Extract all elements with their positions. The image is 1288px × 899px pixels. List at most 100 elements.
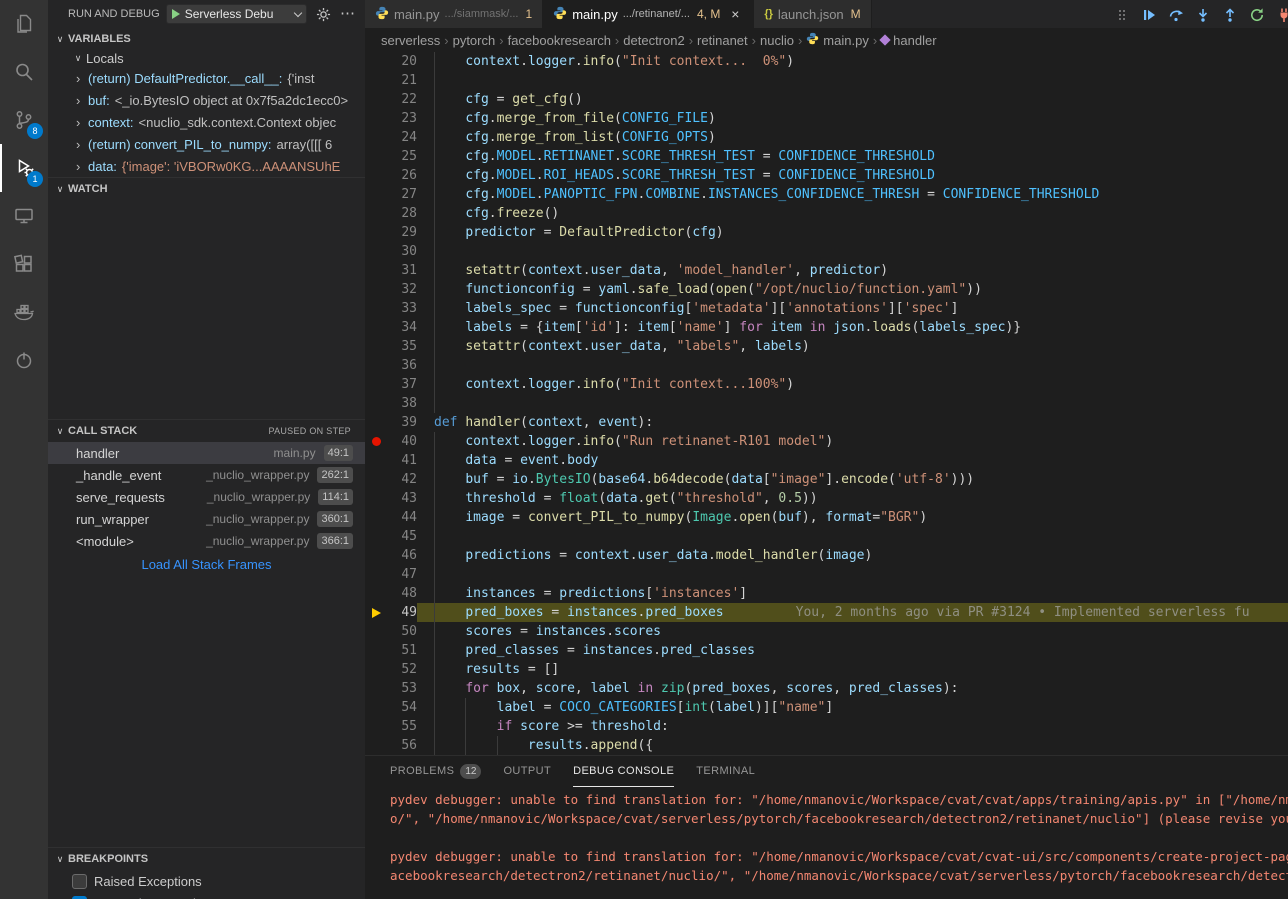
code-line[interactable]: 25 cfg.MODEL.RETINANET.SCORE_THRESH_TEST… [365,147,1288,166]
gutter-glyph-margin[interactable] [365,223,387,242]
code-text[interactable]: pred_classes = instances.pred_classes [417,641,1288,660]
gutter-glyph-margin[interactable] [365,356,387,375]
start-debugging-icon[interactable] [172,9,180,19]
gutter-glyph-margin[interactable] [365,318,387,337]
code-line[interactable]: 34 labels = {item['id']: item['name'] fo… [365,318,1288,337]
code-text[interactable]: setattr(context.user_data, "labels", lab… [417,337,1288,356]
gutter-glyph-margin[interactable] [365,622,387,641]
gutter-glyph-margin[interactable] [365,603,387,622]
code-line[interactable]: 32 functionconfig = yaml.safe_load(open(… [365,280,1288,299]
code-text[interactable]: cfg.MODEL.RETINANET.SCORE_THRESH_TEST = … [417,147,1288,166]
gutter-glyph-margin[interactable] [365,660,387,679]
gutter-glyph-margin[interactable] [365,413,387,432]
code-text[interactable]: results = [] [417,660,1288,679]
gutter-glyph-margin[interactable] [365,394,387,413]
gutter-glyph-margin[interactable] [365,280,387,299]
gear-icon[interactable] [316,7,331,22]
breadcrumb-item[interactable]: detectron2 [623,33,684,48]
variable-row[interactable]: ›buf:<_io.BytesIO object at 0x7f5a2dc1ec… [48,89,365,111]
gutter-glyph-margin[interactable] [365,508,387,527]
code-text[interactable]: def handler(context, event): [417,413,1288,432]
source-control-icon[interactable]: 8 [0,96,48,144]
gutter-glyph-margin[interactable] [365,584,387,603]
code-line[interactable]: 29 predictor = DefaultPredictor(cfg) [365,223,1288,242]
panel-tab-problems[interactable]: PROBLEMS12 [390,756,481,787]
call-stack-section-header[interactable]: ∨ CALL STACK PAUSED ON STEP [48,420,365,442]
code-line[interactable]: 55 if score >= threshold: [365,717,1288,736]
code-text[interactable]: labels_spec = functionconfig['metadata']… [417,299,1288,318]
gutter-glyph-margin[interactable] [365,90,387,109]
restart-icon[interactable] [1247,5,1267,25]
breakpoint-icon[interactable] [372,437,381,446]
code-line[interactable]: 47 [365,565,1288,584]
stack-frame[interactable]: <module>_nuclio_wrapper.py366:1 [48,530,365,552]
code-text[interactable]: labels = {item['id']: item['name'] for i… [417,318,1288,337]
remote-explorer-icon[interactable] [0,192,48,240]
gutter-glyph-margin[interactable] [365,147,387,166]
load-all-stack-frames-link[interactable]: Load All Stack Frames [48,554,365,576]
gutter-glyph-margin[interactable] [365,641,387,660]
code-line[interactable]: 36 [365,356,1288,375]
close-icon[interactable]: × [727,6,743,22]
code-line[interactable]: 27 cfg.MODEL.PANOPTIC_FPN.COMBINE.INSTAN… [365,185,1288,204]
breadcrumb-item-symbol[interactable]: handler [881,33,936,48]
code-editor[interactable]: 20 context.logger.info("Init context... … [365,52,1288,755]
gutter-glyph-margin[interactable] [365,679,387,698]
editor-tab-siammask-main-py[interactable]: main.py .../siammask/... 1 [365,0,543,28]
variables-section-header[interactable]: ∨ VARIABLES [48,28,365,50]
step-out-icon[interactable] [1220,5,1240,25]
code-text[interactable]: functionconfig = yaml.safe_load(open("/o… [417,280,1288,299]
gutter-glyph-margin[interactable] [365,527,387,546]
code-line[interactable]: 42 buf = io.BytesIO(base64.b64decode(dat… [365,470,1288,489]
code-text[interactable]: predictions = context.user_data.model_ha… [417,546,1288,565]
code-line[interactable]: 51 pred_classes = instances.pred_classes [365,641,1288,660]
code-text[interactable]: for box, score, label in zip(pred_boxes,… [417,679,1288,698]
gutter-glyph-margin[interactable] [365,375,387,394]
breadcrumb-item[interactable]: facebookresearch [508,33,611,48]
gutter-glyph-margin[interactable] [365,52,387,71]
code-text[interactable] [417,527,1288,546]
breadcrumb-item[interactable]: retinanet [697,33,748,48]
panel-tab-terminal[interactable]: TERMINAL [696,756,755,787]
gutter-glyph-margin[interactable] [365,717,387,736]
code-text[interactable] [417,356,1288,375]
breadcrumb-item[interactable]: nuclio [760,33,794,48]
gutter-glyph-margin[interactable] [365,470,387,489]
code-text[interactable]: image = convert_PIL_to_numpy(Image.open(… [417,508,1288,527]
step-into-icon[interactable] [1193,5,1213,25]
code-line[interactable]: 49 pred_boxes = instances.pred_boxesYou,… [365,603,1288,622]
code-line[interactable]: 56 results.append({ [365,736,1288,755]
code-text[interactable]: results.append({ [417,736,1288,755]
editor-tab-launch-json[interactable]: {} launch.json M [754,0,871,28]
code-line[interactable]: 54 label = COCO_CATEGORIES[int(label)]["… [365,698,1288,717]
breakpoint-row[interactable]: Raised Exceptions [48,870,365,892]
stack-frame[interactable]: handlermain.py49:1 [48,442,365,464]
panel-tab-output[interactable]: OUTPUT [503,756,551,787]
gutter-glyph-margin[interactable] [365,204,387,223]
breadcrumb-item[interactable]: pytorch [453,33,496,48]
code-text[interactable]: data = event.body [417,451,1288,470]
code-text[interactable]: predictor = DefaultPredictor(cfg) [417,223,1288,242]
code-text[interactable] [417,71,1288,90]
code-line[interactable]: 31 setattr(context.user_data, 'model_han… [365,261,1288,280]
code-line[interactable]: 52 results = [] [365,660,1288,679]
code-line[interactable]: 28 cfg.freeze() [365,204,1288,223]
code-text[interactable]: cfg.MODEL.PANOPTIC_FPN.COMBINE.INSTANCES… [417,185,1288,204]
gutter-glyph-margin[interactable] [365,337,387,356]
code-line[interactable]: 22 cfg = get_cfg() [365,90,1288,109]
gutter-glyph-margin[interactable] [365,128,387,147]
code-line[interactable]: 37 context.logger.info("Init context...1… [365,375,1288,394]
code-line[interactable]: 50 scores = instances.scores [365,622,1288,641]
code-line[interactable]: 26 cfg.MODEL.ROI_HEADS.SCORE_THRESH_TEST… [365,166,1288,185]
gutter-glyph-margin[interactable] [365,185,387,204]
gutter-glyph-margin[interactable] [365,261,387,280]
gutter-glyph-margin[interactable] [365,299,387,318]
gutter-glyph-margin[interactable] [365,489,387,508]
step-over-icon[interactable] [1166,5,1186,25]
breadcrumb-item[interactable]: serverless [381,33,440,48]
code-line[interactable]: 40 context.logger.info("Run retinanet-R1… [365,432,1288,451]
code-text[interactable] [417,394,1288,413]
code-line[interactable]: 38 [365,394,1288,413]
gutter-glyph-margin[interactable] [365,432,387,451]
code-line[interactable]: 39def handler(context, event): [365,413,1288,432]
